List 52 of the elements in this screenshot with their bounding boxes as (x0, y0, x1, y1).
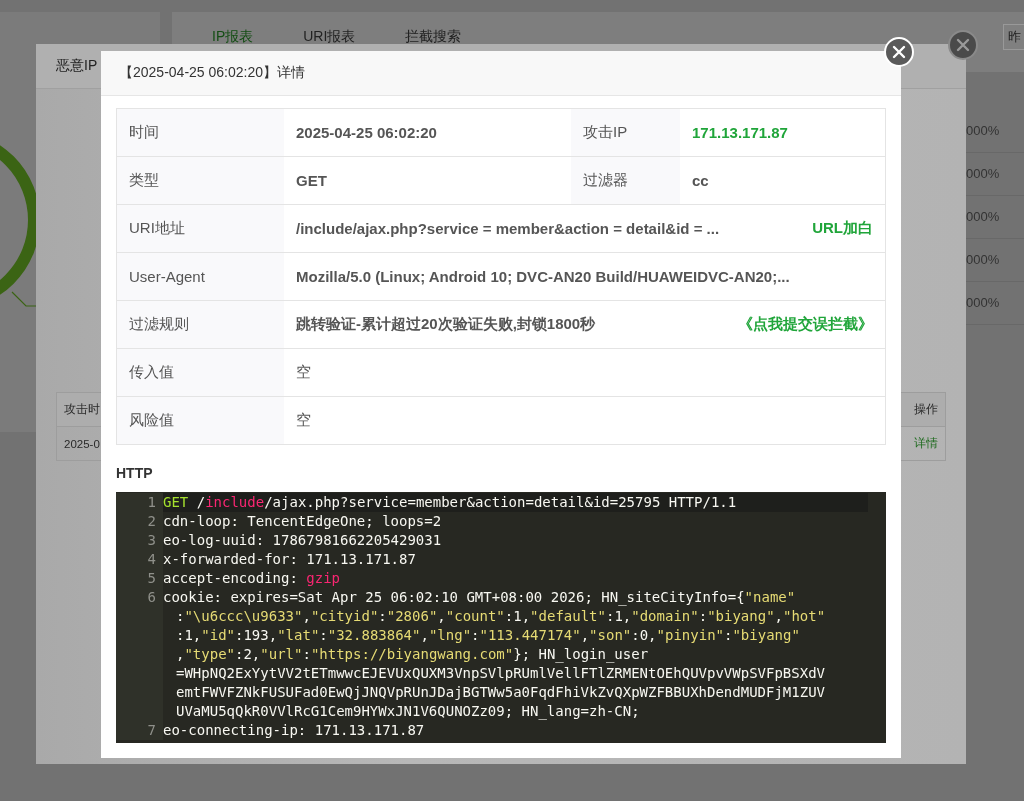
code-line: x-forwarded-for: 171.13.171.87 (163, 550, 417, 569)
code-line: =WHpNQ2ExYytVV2tETmwwcEJEVUxQUXM3VnpSVlpRUmlVellFTlZRMENtOEhQUVpvVWpSVFpBSXdV (175, 664, 826, 683)
field-value: cc (692, 172, 709, 189)
action-link[interactable]: 《点我提交误拦截》 (738, 315, 873, 334)
code-line: eo-connecting-ip: 171.13.171.87 (163, 721, 426, 740)
field-label: 传入值 (117, 349, 284, 396)
field-value: 空 (296, 363, 311, 382)
code-line: ,"type":2,"url":"https://biyangwang.com"}; HN_login_user (175, 645, 650, 664)
code-line: cookie: expires=Sat Apr 25 06:02:10 GMT+08:00 2026; HN_siteCityInfo={"name" (163, 588, 797, 607)
field-label: User-Agent (117, 253, 284, 300)
field-value: 空 (296, 411, 311, 430)
close-icon (892, 45, 906, 59)
code-line: :1,"id":193,"lat":"32.883864","lng":"113.447174","son":0,"pinyin":"biyang" (175, 626, 801, 645)
dialog-title: 【2025-04-25 06:02:20】详情 (118, 64, 305, 82)
line-number: 4 (116, 550, 163, 569)
code-line: accept-encoding: gzip (163, 569, 341, 588)
field-label: 时间 (117, 109, 284, 156)
field-value: 跳转验证-累计超过20次验证失败,封锁1800秒 (296, 315, 596, 334)
line-number: 5 (116, 569, 163, 588)
report-tab[interactable]: URI报表 (303, 28, 356, 44)
column-header: 攻击时 (63, 402, 101, 417)
action-link[interactable]: URL加白 (812, 219, 873, 238)
line-number: 6 (116, 588, 163, 721)
date-button[interactable]: 昨 (1003, 24, 1024, 50)
code-line: emtFWVFZNkFUSUFad0EwQjJNQVpRUnJDajBGTWw5a0FqdFhiVkZvQXpWZFBBUXhDendMUDFjM1ZUV (175, 683, 826, 702)
line-number: 7 (116, 721, 163, 740)
details-link[interactable]: 详情 (907, 436, 945, 451)
column-header: 操作 (913, 402, 939, 417)
field-value: Mozilla/5.0 (Linux; Android 10; DVC-AN20 Build/HUAWEIDVC-AN20;... (296, 268, 790, 285)
field-label: 攻击IP (571, 109, 680, 156)
table-cell-text: 2025-0 (63, 437, 101, 450)
field-label: 类型 (117, 157, 284, 204)
field-value: /include/ajax.php?service = member&action = detail&id = ... (296, 220, 720, 237)
section-heading: HTTP (116, 465, 154, 481)
line-number: 2 (116, 512, 163, 531)
code-line: :"\u6ccc\u9633","cityid":"2806","count":1,"default":1,"domain":"biyang","hot" (175, 607, 827, 626)
line-number: 3 (116, 531, 163, 550)
close-icon (956, 38, 970, 52)
code-line: UVaMU5qQkR0VVlRcG1Cem9HYWxJN1V6QUNOZz09; HN_lang=zh-CN; (175, 702, 641, 721)
field-value: 2025-04-25 06:02:20 (296, 124, 437, 141)
field-value: 171.13.171.87 (692, 124, 788, 141)
line-number: 1 (116, 493, 163, 512)
field-label: 过滤器 (571, 157, 680, 204)
field-value: GET (296, 172, 327, 189)
field-label: 风险值 (117, 397, 284, 444)
field-label: 过滤规则 (117, 301, 284, 348)
report-tab[interactable]: IP报表 (212, 28, 254, 44)
code-line: eo-log-uuid: 17867981662205429031 (163, 531, 443, 550)
code-line: cdn-loop: TencentEdgeOne; loops=2 (163, 512, 443, 531)
dialog-title: 恶意IP (55, 57, 98, 75)
report-tab[interactable]: 拦截搜索 (405, 28, 462, 44)
field-label: URI地址 (117, 205, 284, 252)
